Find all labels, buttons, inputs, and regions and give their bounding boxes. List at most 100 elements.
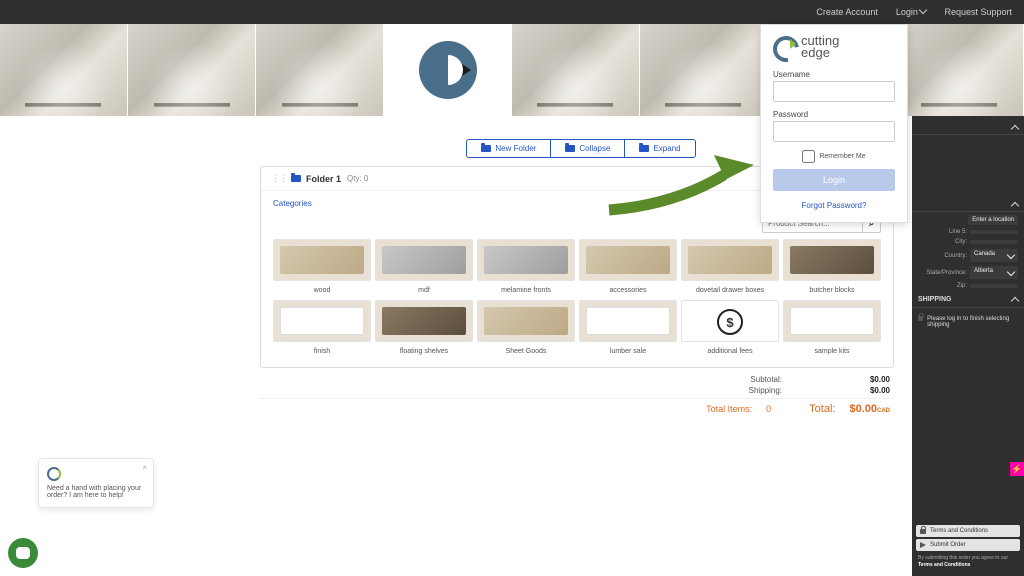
zip-input[interactable] [970,284,1018,288]
checkout-sidebar: Enter a location Line 5: City: Country:C… [912,116,1024,576]
category-label: finish [314,348,330,355]
total-items-label: Total Items: [706,404,752,414]
chevron-down-icon [919,6,927,14]
remember-me-checkbox[interactable] [802,150,815,163]
category-thumb [273,239,371,281]
city-input[interactable] [970,240,1018,244]
category-mdf[interactable]: mdf [375,239,473,294]
folder-icon [481,145,491,152]
category-label: melamine fronts [501,287,551,294]
folder-qty: Qty: 0 [347,174,368,183]
login-menu[interactable]: Login [896,7,927,17]
shipping-login-note: Please log in to finish selecting shippi… [927,316,1018,328]
country-label: Country: [944,253,967,259]
submit-disclaimer: By submitting this order you agree to ou… [916,553,1020,568]
chevron-down-icon [1007,251,1015,259]
login-button[interactable]: Login [773,169,895,191]
chevron-up-icon [1011,202,1019,210]
banner-image [0,24,128,116]
banner-logo [384,24,511,116]
create-account-link[interactable]: Create Account [816,7,878,17]
folder-open-icon [291,175,301,182]
category-label: lumber sale [610,348,646,355]
banner-image [512,24,640,116]
category-label: wood [314,287,331,294]
forgot-password-link[interactable]: Forgot Password? [773,201,895,210]
username-label: Username [773,70,895,79]
category-finish[interactable]: finish [273,300,371,355]
category-thumb [477,300,575,342]
password-label: Password [773,110,895,119]
lock-icon [920,529,926,534]
banner-image [128,24,256,116]
category-label: mdf [418,287,430,294]
brand-mark-icon [47,467,61,481]
total-label: Total: [809,403,835,415]
password-input[interactable] [773,121,895,142]
folder-icon [565,145,575,152]
category-thumb [375,239,473,281]
category-label: sample kits [814,348,849,355]
chevron-up-icon [1011,296,1019,304]
total-value: $0.00 [849,403,877,415]
chevron-up-icon [1011,125,1019,133]
category-thumb [783,239,881,281]
folder-icon [639,145,649,152]
category-label: accessories [610,287,647,294]
state-label: State/Province: [926,270,967,276]
category-label: Sheet Goods [506,348,547,355]
username-input[interactable] [773,81,895,102]
chevron-down-icon [1007,268,1015,276]
close-icon[interactable]: × [142,463,147,472]
top-bar: Create Account Login Request Support [0,0,1024,24]
category-thumb [273,300,371,342]
chat-launcher[interactable] [8,538,38,568]
category-sample-kits[interactable]: sample kits [783,300,881,355]
new-folder-button[interactable]: New Folder [466,139,551,158]
subtotal-value: $0.00 [842,375,890,384]
category-floating-shelves[interactable]: floating shelves [375,300,473,355]
category-thumb [579,300,677,342]
banner-image [896,24,1024,116]
category-thumb [783,300,881,342]
category-thumb [579,239,677,281]
sidebar-section[interactable] [912,199,1024,212]
location-input[interactable]: Enter a location [968,215,1018,225]
line5-input[interactable] [970,230,1018,234]
category-lumber-sale[interactable]: lumber sale [579,300,677,355]
remember-me-label: Remember Me [819,153,865,160]
sidebar-section[interactable] [912,122,1024,135]
banner-image [256,24,384,116]
category-label: additional fees [707,348,752,355]
order-totals: Subtotal:$0.00 Shipping:$0.00 Total Item… [260,374,894,419]
terms-button[interactable]: Terms and Conditions [916,525,1020,537]
expand-button[interactable]: Expand [625,139,695,158]
collapse-button[interactable]: Collapse [551,139,625,158]
category-dovetail-drawer-boxes[interactable]: dovetail drawer boxes [681,239,779,294]
category-thumb [375,300,473,342]
submit-order-button[interactable]: Submit Order [916,539,1020,551]
banner-image [640,24,768,116]
category-accessories[interactable]: accessories [579,239,677,294]
category-butcher-blocks[interactable]: butcher blocks [783,239,881,294]
category-label: floating shelves [400,348,448,355]
category-wood[interactable]: wood [273,239,371,294]
chat-message: Need a hand with placing your order? I a… [47,485,141,499]
country-select[interactable]: Canada [970,249,1018,262]
line5-label: Line 5: [949,229,967,235]
folder-name: Folder 1 [306,174,341,184]
category-label: dovetail drawer boxes [696,287,764,294]
state-select[interactable]: Alberta [970,266,1018,279]
category-melamine-fronts[interactable]: melamine fronts [477,239,575,294]
chat-tooltip: × Need a hand with placing your order? I… [38,458,154,508]
login-popover: cuttingedge Username Password Remember M… [760,24,908,223]
zip-label: Zip: [957,283,967,289]
feedback-tab[interactable]: ⚡ [1010,462,1024,476]
shipping-section-header[interactable]: SHIPPING [912,292,1024,308]
drag-handle-icon[interactable]: ⋮⋮ [271,173,287,184]
category-additional-fees[interactable]: additional fees [681,300,779,355]
category-thumb [477,239,575,281]
category-sheet-goods[interactable]: Sheet Goods [477,300,575,355]
shipping-label: Shipping: [749,386,782,395]
request-support-link[interactable]: Request Support [944,7,1012,17]
